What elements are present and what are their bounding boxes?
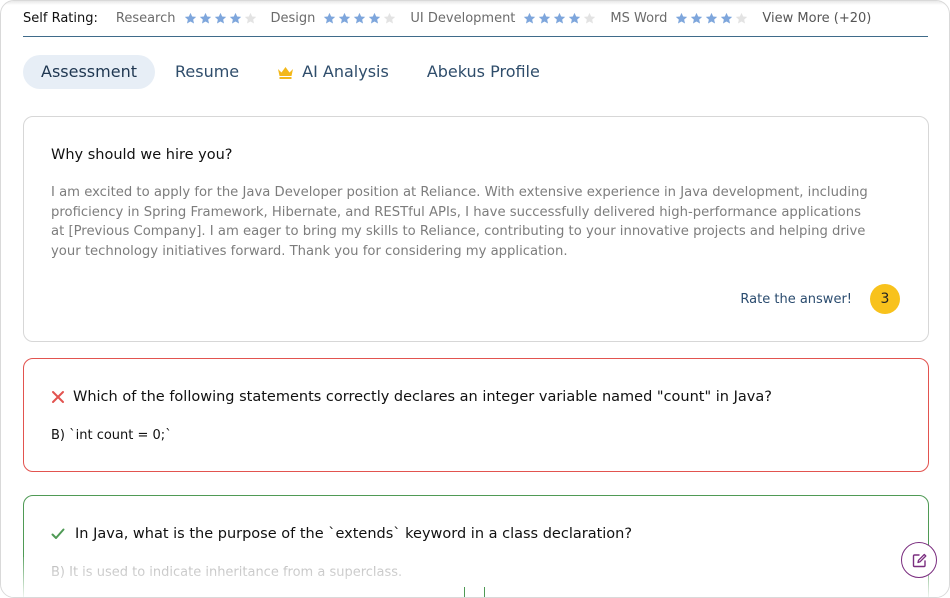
option-divider [484,587,485,597]
question-title: Why should we hire you? [51,147,233,163]
question-title: Which of the following statements correc… [51,389,772,405]
tab-label: Resume [174,62,240,81]
star-empty-icon [244,12,256,24]
answer-text: I am excited to apply for the Java Devel… [51,185,868,259]
star-filled-icon [539,12,551,24]
skill-rating: MS Word [610,11,750,26]
star-rating [323,12,398,25]
question-card-correct: In Java, what is the purpose of the `ext… [23,495,929,597]
star-filled-icon [184,12,196,24]
star-filled-icon [369,12,381,24]
tab-label: Abekus Profile [426,62,540,81]
tab-assessment[interactable]: Assessment [23,55,155,89]
star-empty-icon [584,12,596,24]
question-text: In Java, what is the purpose of the `ext… [75,526,633,542]
tab-label: AI Analysis [302,62,389,81]
tab-label: Assessment [41,62,137,81]
tab-resume[interactable]: Resume [157,55,257,89]
question-card-wrong: Which of the following statements correc… [23,358,929,472]
star-rating [523,12,598,25]
star-empty-icon [736,12,748,24]
question-text: Which of the following statements correc… [73,389,772,405]
tab-ai-analysis[interactable]: AI Analysis [259,55,407,89]
rate-row: Rate the answer! 3 [740,284,900,314]
check-icon [51,528,65,539]
skill-name: MS Word [610,10,668,26]
given-answer: B) `int count = 0;` [51,428,172,443]
tab-bar: Assessment Resume AI Analysis Abekus Pro… [23,55,560,89]
view-more-link[interactable]: View More (+20) [762,11,871,26]
star-empty-icon [384,12,396,24]
star-filled-icon [554,12,566,24]
star-filled-icon [324,12,336,24]
top-shadow [1,1,949,5]
star-filled-icon [214,12,226,24]
tab-abekus-profile[interactable]: Abekus Profile [409,55,558,89]
star-filled-icon [199,12,211,24]
self-rating-strip: Self Rating: Research Design UI Developm… [23,9,871,27]
header-divider [23,36,928,37]
star-filled-icon [691,12,703,24]
score-badge[interactable]: 3 [870,284,900,314]
rate-answer-link[interactable]: Rate the answer! [740,292,852,307]
edit-note-icon [912,553,926,567]
star-filled-icon [354,12,366,24]
skill-rating: Design [271,11,399,26]
skill-rating: Research [116,11,259,26]
star-filled-icon [524,12,536,24]
question-card: Why should we hire you? I am excited to … [23,116,929,342]
star-filled-icon [706,12,718,24]
given-answer: B) It is used to indicate inheritance fr… [51,565,403,580]
skill-name: Design [270,10,316,26]
star-filled-icon [229,12,241,24]
edit-note-button[interactable] [901,542,937,578]
star-filled-icon [676,12,688,24]
skill-name: UI Development [410,10,516,26]
question-title: In Java, what is the purpose of the `ext… [51,526,632,542]
star-rating [184,12,259,25]
cross-icon [52,391,64,403]
star-filled-icon [339,12,351,24]
self-rating-label: Self Rating: [23,10,98,26]
skill-name: Research [115,10,176,26]
star-filled-icon [721,12,733,24]
app-frame: Self Rating: Research Design UI Developm… [0,0,950,598]
star-rating [675,12,750,25]
option-divider [464,587,465,597]
skill-rating: UI Development [410,11,598,26]
crown-icon [278,66,294,79]
star-filled-icon [569,12,581,24]
